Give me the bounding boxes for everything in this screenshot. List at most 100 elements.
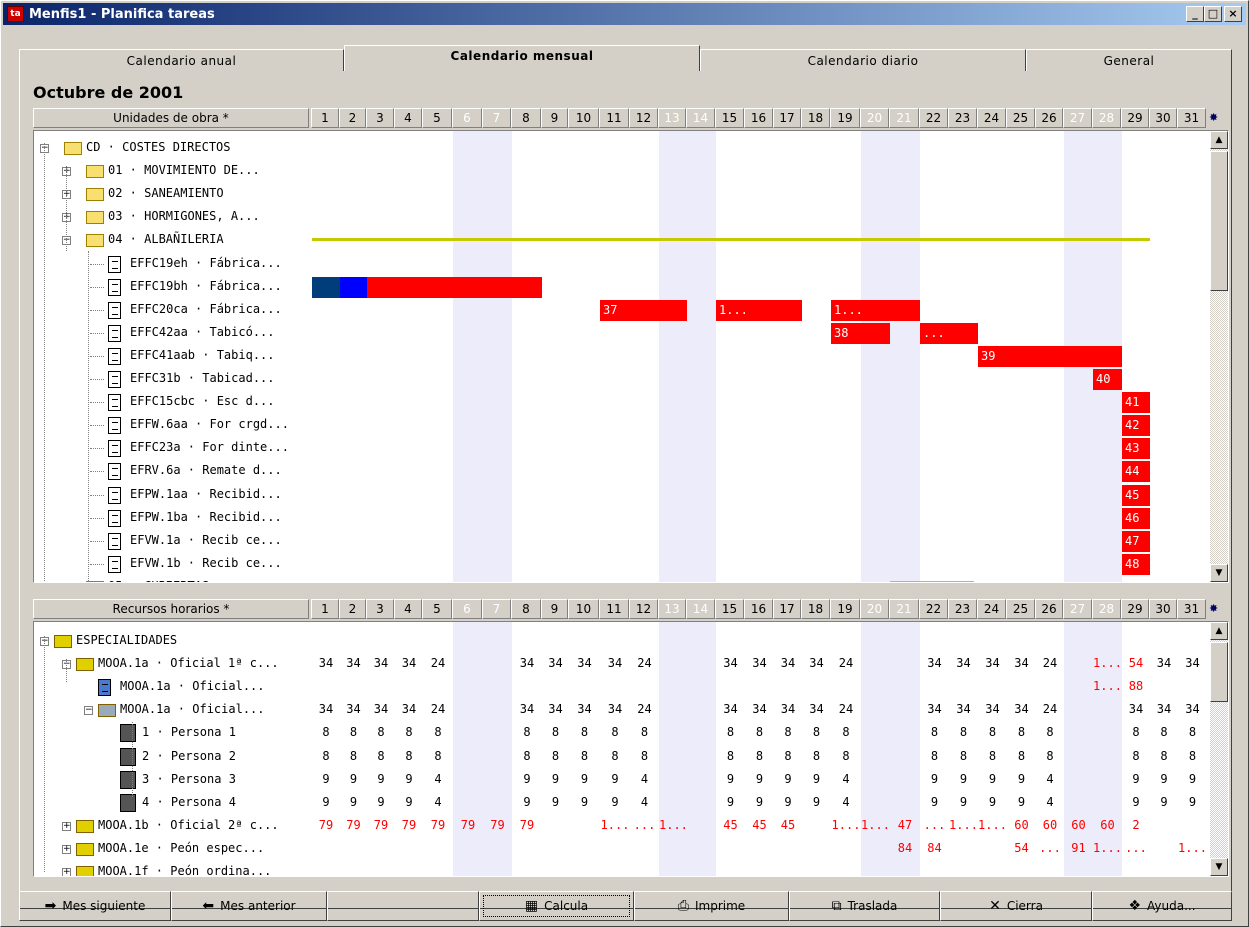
resource-label[interactable]: 4 · Persona 4 xyxy=(142,795,236,809)
day-header-11[interactable]: 11 xyxy=(599,108,629,128)
task-bar[interactable]: 1... xyxy=(716,299,802,321)
day-header-15[interactable]: 15 xyxy=(715,599,744,619)
day-header-23[interactable]: 23 xyxy=(948,108,977,128)
task-label[interactable]: EFVW.1b · Recib ce... xyxy=(130,556,282,570)
task-bar[interactable]: 37 xyxy=(600,299,687,321)
day-header-2[interactable]: 2 xyxy=(339,108,366,128)
task-bar[interactable]: 40 xyxy=(1093,369,1122,390)
task-label[interactable]: EFFC15cbc · Esc d... xyxy=(130,394,275,408)
day-header-19[interactable]: 19 xyxy=(830,599,860,619)
close-view-button[interactable]: ✕ Cierra xyxy=(940,891,1092,921)
tree-expander[interactable]: + xyxy=(62,844,71,854)
day-header-5[interactable]: 5 xyxy=(422,599,452,619)
day-header-10[interactable]: 10 xyxy=(568,599,599,619)
task-label[interactable]: EFPW.1aa · Recibid... xyxy=(130,487,282,501)
task-label[interactable]: EFFC23a · For dinte... xyxy=(130,440,289,454)
scroll-down-button[interactable]: ▼ xyxy=(1210,564,1228,582)
minimize-button[interactable]: _ xyxy=(1186,6,1204,22)
task-bar[interactable]: 48 xyxy=(1122,553,1150,575)
day-header-30[interactable]: 30 xyxy=(1149,599,1177,619)
tab-general[interactable]: General xyxy=(1026,49,1232,71)
task-bar[interactable] xyxy=(312,276,542,298)
task-label[interactable]: EFFC20ca · Fábrica... xyxy=(130,302,282,316)
day-header-17[interactable]: 17 xyxy=(773,599,801,619)
day-header-31[interactable]: 31 xyxy=(1177,108,1206,128)
task-bar[interactable]: 46 xyxy=(1122,507,1150,529)
day-header-19[interactable]: 19 xyxy=(830,108,860,128)
task-label[interactable]: EFFC19bh · Fábrica... xyxy=(130,279,282,293)
task-group-label[interactable]: 04 · ALBAÑILERIA xyxy=(108,232,224,246)
day-header-6[interactable]: 6 xyxy=(452,108,482,128)
tree-expander[interactable]: − xyxy=(84,706,93,716)
move-button[interactable]: ⧉ Traslada xyxy=(789,891,940,921)
day-header-6[interactable]: 6 xyxy=(452,599,482,619)
resource-label[interactable]: MOOA.1a · Oficial... xyxy=(120,702,265,716)
task-bar[interactable]: 1... xyxy=(831,299,920,321)
day-header-16[interactable]: 16 xyxy=(744,108,773,128)
task-label[interactable]: EFFC42aa · Tabicó... xyxy=(130,325,275,339)
day-header-20[interactable]: 20 xyxy=(860,108,889,128)
day-header-1[interactable]: 1 xyxy=(311,599,339,619)
zoom-toggle-icon[interactable]: ✸ xyxy=(1209,602,1223,616)
resource-label[interactable]: 1 · Persona 1 xyxy=(142,725,236,739)
day-header-9[interactable]: 9 xyxy=(541,599,568,619)
resources-column-header[interactable]: Recursos horarios * xyxy=(33,599,309,619)
day-header-15[interactable]: 15 xyxy=(715,108,744,128)
task-label[interactable]: EFPW.1ba · Recibid... xyxy=(130,510,282,524)
task-label[interactable]: EFFC19eh · Fábrica... xyxy=(130,256,282,270)
task-bar[interactable]: ... xyxy=(920,322,978,344)
zoom-toggle-icon[interactable]: ✸ xyxy=(1209,111,1223,125)
resource-label[interactable]: MOOA.1b · Oficial 2ª c... xyxy=(98,818,279,832)
resource-label[interactable]: MOOA.1a · Oficial... xyxy=(120,679,265,693)
day-header-13[interactable]: 13 xyxy=(658,108,686,128)
day-header-14[interactable]: 14 xyxy=(686,599,715,619)
day-header-26[interactable]: 26 xyxy=(1035,599,1063,619)
day-header-3[interactable]: 3 xyxy=(366,599,394,619)
tree-expander[interactable]: + xyxy=(62,821,71,831)
day-header-7[interactable]: 7 xyxy=(482,599,511,619)
day-header-8[interactable]: 8 xyxy=(511,599,541,619)
task-bar[interactable]: 44 xyxy=(1122,461,1150,483)
task-group-label[interactable]: CD · COSTES DIRECTOS xyxy=(86,140,231,154)
day-header-16[interactable]: 16 xyxy=(744,599,773,619)
day-header-4[interactable]: 4 xyxy=(394,599,422,619)
vertical-scrollbar[interactable]: ▲ ▼ xyxy=(1210,131,1228,582)
day-header-10[interactable]: 10 xyxy=(568,108,599,128)
day-header-5[interactable]: 5 xyxy=(422,108,452,128)
tab-calendario-diario[interactable]: Calendario diario xyxy=(700,49,1026,71)
scroll-up-button[interactable]: ▲ xyxy=(1210,131,1228,149)
day-header-14[interactable]: 14 xyxy=(686,108,715,128)
day-header-22[interactable]: 22 xyxy=(919,108,948,128)
task-group-label[interactable]: 01 · MOVIMIENTO DE... xyxy=(108,163,260,177)
resource-label[interactable]: ESPECIALIDADES xyxy=(76,633,177,647)
task-group-label[interactable]: 05 · CUBIERTAS xyxy=(108,579,209,582)
scroll-down-button[interactable]: ▼ xyxy=(1210,858,1228,876)
day-header-26[interactable]: 26 xyxy=(1035,108,1063,128)
day-header-30[interactable]: 30 xyxy=(1149,108,1177,128)
day-header-12[interactable]: 12 xyxy=(629,108,658,128)
day-header-27[interactable]: 27 xyxy=(1063,599,1092,619)
day-header-22[interactable]: 22 xyxy=(919,599,948,619)
task-bar[interactable]: 38 xyxy=(831,322,890,344)
app-icon[interactable]: ta xyxy=(7,6,24,22)
resource-label[interactable]: MOOA.1a · Oficial 1ª c... xyxy=(98,656,279,670)
resource-label[interactable]: 3 · Persona 3 xyxy=(142,772,236,786)
resource-label[interactable]: MOOA.1f · Peón ordina... xyxy=(98,864,271,876)
task-bar[interactable]: 47 xyxy=(1122,530,1150,552)
task-label[interactable]: EFFW.6aa · For crgd... xyxy=(130,417,289,431)
print-button[interactable]: ⎙ Imprime xyxy=(634,891,789,921)
task-group-label[interactable]: 02 · SANEAMIENTO xyxy=(108,186,224,200)
day-header-1[interactable]: 1 xyxy=(311,108,339,128)
day-header-8[interactable]: 8 xyxy=(511,108,541,128)
task-label[interactable]: EFVW.1a · Recib ce... xyxy=(130,533,282,547)
day-header-28[interactable]: 28 xyxy=(1092,599,1121,619)
day-header-3[interactable]: 3 xyxy=(366,108,394,128)
day-header-24[interactable]: 24 xyxy=(977,108,1006,128)
day-header-9[interactable]: 9 xyxy=(541,108,568,128)
day-header-25[interactable]: 25 xyxy=(1006,108,1035,128)
resource-label[interactable]: MOOA.1e · Peón espec... xyxy=(98,841,264,855)
scroll-up-button[interactable]: ▲ xyxy=(1210,622,1228,640)
scroll-thumb[interactable] xyxy=(1210,642,1228,702)
day-header-24[interactable]: 24 xyxy=(977,599,1006,619)
day-header-25[interactable]: 25 xyxy=(1006,599,1035,619)
